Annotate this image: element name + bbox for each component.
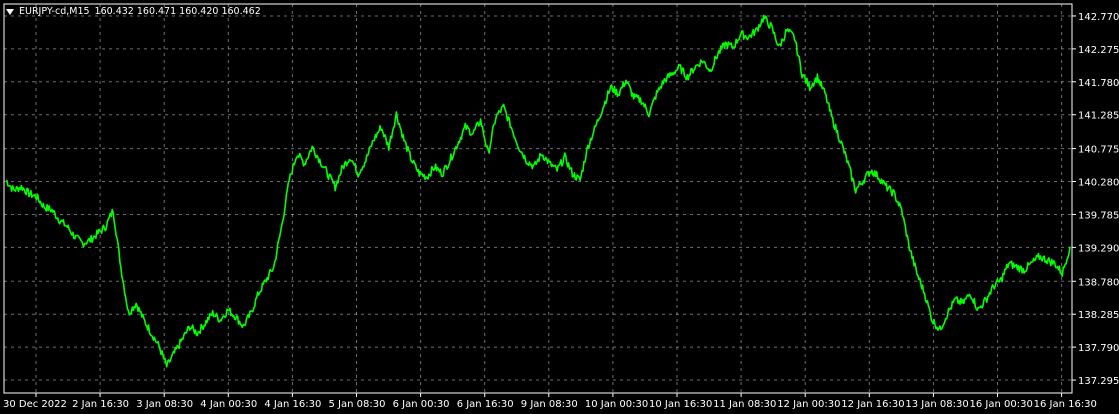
chart-background [0, 0, 1119, 414]
y-tick-label: 139.785 [1078, 210, 1119, 221]
x-tick-label: 12 Jan 00:30 [777, 399, 840, 410]
x-tick-label: 6 Jan 16:30 [457, 399, 514, 410]
x-tick-label: 3 Jan 08:30 [136, 399, 193, 410]
y-tick-label: 142.275 [1078, 45, 1119, 56]
symbol-label: EURJPY-cd,M15 [19, 5, 90, 17]
y-tick-label: 139.290 [1078, 243, 1119, 254]
y-tick-label: 140.280 [1078, 178, 1119, 189]
y-tick-label: 137.295 [1078, 376, 1119, 387]
x-tick-label: 4 Jan 00:30 [200, 399, 257, 410]
price-chart-svg: 142.770 142.275 141.780 141.285 140.775 140.2… [0, 0, 1119, 414]
y-tick-label: 138.285 [1078, 310, 1119, 321]
x-tick-label: 5 Jan 08:30 [329, 399, 386, 410]
x-tick-label: 10 Jan 00:30 [585, 399, 648, 410]
x-tick-label: 30 Dec 2022 [3, 399, 67, 410]
collapse-triangle-icon[interactable] [6, 8, 14, 15]
x-tick-label: 2 Jan 16:30 [72, 399, 129, 410]
y-tick-label: 141.780 [1078, 78, 1119, 89]
y-tick-label: 137.790 [1078, 343, 1119, 354]
x-tick-label: 6 Jan 00:30 [393, 399, 450, 410]
y-tick-label: 142.770 [1078, 12, 1119, 23]
x-tick-label: 4 Jan 16:30 [264, 399, 321, 410]
chart-header: EURJPY-cd,M15 160.432 160.471 160.420 16… [6, 4, 261, 18]
y-tick-label: 140.775 [1078, 145, 1119, 156]
chart: 142.770 142.275 141.780 141.285 140.775 140.2… [0, 0, 1119, 414]
x-tick-label: 13 Jan 08:30 [905, 399, 968, 410]
ohlc-values: 160.432 160.471 160.420 160.462 [94, 5, 261, 17]
y-tick-label: 141.285 [1078, 111, 1119, 122]
x-tick-label: 16 Jan 00:30 [970, 399, 1033, 410]
x-tick-label: 12 Jan 16:30 [841, 399, 904, 410]
x-tick-label: 16 Jan 16:30 [1034, 399, 1097, 410]
x-tick-label: 9 Jan 08:30 [521, 399, 578, 410]
y-tick-label: 138.780 [1078, 277, 1119, 288]
x-tick-label: 11 Jan 08:30 [713, 399, 776, 410]
x-tick-label: 10 Jan 16:30 [649, 399, 712, 410]
